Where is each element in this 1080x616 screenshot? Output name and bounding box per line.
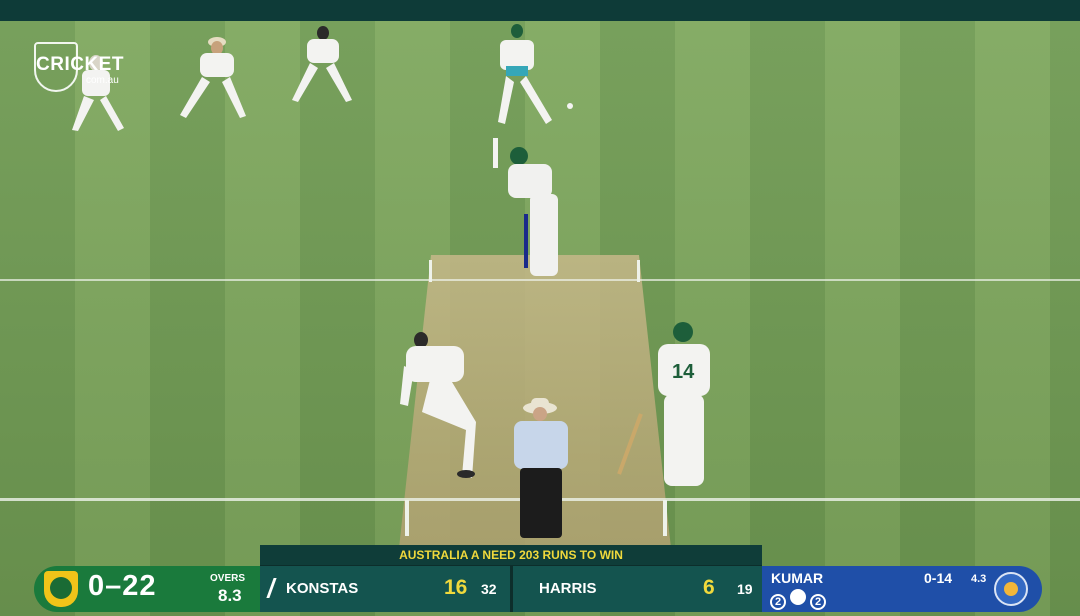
slip-fielder-2 <box>180 37 246 118</box>
logo-wordmark: CRICKET <box>36 54 124 75</box>
logo-subtext: com.au <box>86 75 119 86</box>
batter-row-1: KONSTAS 16 32 <box>260 566 510 612</box>
broadcast-frame: 14 CRICKET com.au 0–22 OVERS 8.3 AUSTRAL… <box>0 0 1080 616</box>
non-striking-batter: 14 <box>617 322 710 486</box>
batter-balls: 19 <box>737 581 753 597</box>
svg-text:14: 14 <box>672 361 695 383</box>
batter-runs: 6 <box>703 576 715 599</box>
ball-result: 2 <box>770 594 786 610</box>
batter-balls: 32 <box>481 581 497 597</box>
bowler <box>400 332 476 478</box>
this-over-balls: 22 <box>770 589 830 610</box>
batter-runs: 16 <box>444 576 468 599</box>
batter-row-2: HARRIS 6 19 <box>513 566 762 612</box>
batter-name: HARRIS <box>539 580 597 597</box>
team-score-panel: 0–22 OVERS 8.3 <box>34 566 260 612</box>
batter-name: KONSTAS <box>286 580 359 597</box>
on-strike-icon <box>266 578 277 598</box>
striking-batter <box>493 138 558 276</box>
umpire <box>514 398 568 538</box>
overs-value: 8.3 <box>218 586 242 605</box>
cricket-ball <box>567 103 573 109</box>
players-layer: 14 <box>72 24 710 538</box>
bowler-name: KUMAR <box>771 570 824 586</box>
team-score: 0–22 <box>88 570 157 602</box>
australia-badge-icon <box>44 571 78 607</box>
wicket-keeper <box>498 24 552 124</box>
batting-panel: AUSTRALIA A NEED 203 RUNS TO WIN KONSTAS… <box>260 545 762 612</box>
target-message: AUSTRALIA A NEED 203 RUNS TO WIN <box>260 545 762 565</box>
bowler-overs: 4.3 <box>971 573 987 585</box>
india-crest-icon <box>994 572 1028 606</box>
cricket-com-au-logo: CRICKET com.au <box>34 42 134 94</box>
bowler-panel: KUMAR 0-14 4.3 22 <box>762 566 1042 612</box>
slip-fielder-3 <box>292 26 352 102</box>
ball-result: 2 <box>810 594 826 610</box>
overs-label: OVERS <box>210 573 246 584</box>
dot-ball-icon <box>790 589 806 605</box>
bowler-figures: 0-14 <box>924 570 953 586</box>
